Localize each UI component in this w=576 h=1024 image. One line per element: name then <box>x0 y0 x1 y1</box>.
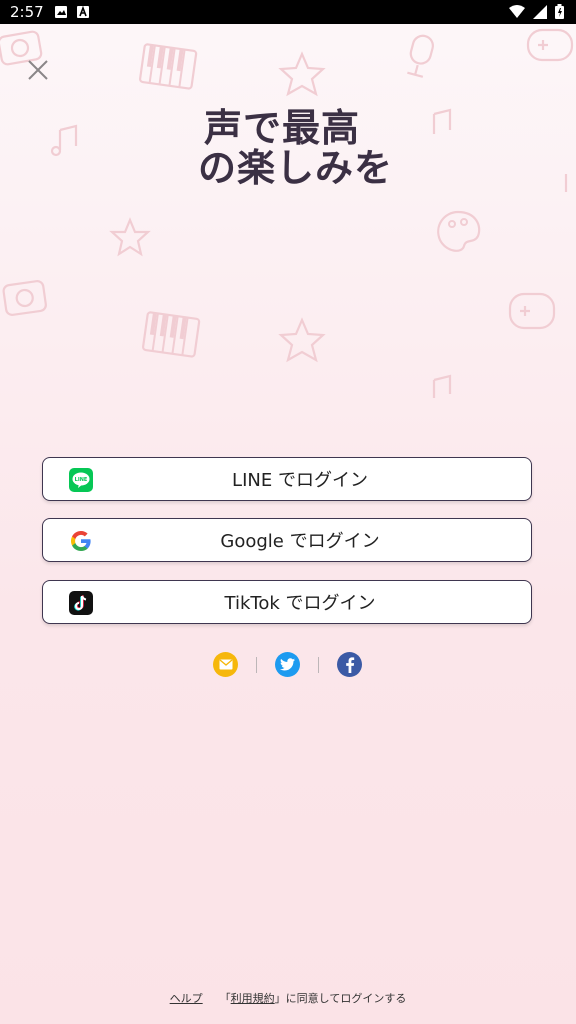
music-note-doodle <box>432 108 452 134</box>
google-logo-icon <box>71 531 91 551</box>
signal-icon <box>533 4 547 19</box>
google-login-label: Google でログイン <box>220 531 380 552</box>
music-note-doodle <box>58 124 78 150</box>
close-button[interactable] <box>26 58 50 82</box>
agree-text: に同意してログインする <box>285 992 407 1005</box>
system-icons <box>509 4 564 19</box>
alt-login-row <box>213 652 362 677</box>
image-notification-icon <box>54 6 67 18</box>
tiktok-login-label: TikTok でログイン <box>224 593 376 614</box>
microphone-doodle <box>407 34 434 78</box>
line-login-button[interactable]: LINE LINE でログイン <box>42 457 532 501</box>
mail-login-button[interactable] <box>213 652 238 677</box>
tiktok-login-button[interactable]: TikTok でログイン <box>42 580 532 624</box>
twitter-icon <box>280 658 295 671</box>
close-icon <box>28 60 48 80</box>
wifi-icon <box>509 4 525 18</box>
gamepad-doodle-2 <box>508 292 556 330</box>
piano-doodle-2 <box>141 311 201 358</box>
twitter-login-button[interactable] <box>275 652 300 677</box>
mail-icon <box>219 659 232 670</box>
star-doodle-2 <box>278 317 326 363</box>
google-login-button[interactable]: Google でログイン <box>42 518 532 562</box>
terms-link[interactable]: 利用規約 <box>231 992 275 1005</box>
separator <box>318 656 319 673</box>
star-doodle <box>109 217 151 257</box>
tiktok-logo-icon <box>69 591 93 615</box>
separator <box>256 656 257 673</box>
camera-doodle-2 <box>2 280 47 316</box>
piano-doodle <box>138 43 198 90</box>
logo-line-2: の楽しみを <box>198 146 394 190</box>
line-logo-icon: LINE <box>69 468 93 492</box>
music-note-doodle-2 <box>432 374 452 398</box>
star-doodle <box>278 51 326 97</box>
facebook-icon <box>345 656 354 673</box>
terms-bracket-close: 」 <box>274 992 286 1005</box>
help-link[interactable]: ヘルプ <box>170 992 203 1005</box>
app-logo: 声で最高 の楽しみを <box>198 106 394 190</box>
facebook-login-button[interactable] <box>337 652 362 677</box>
palette-doodle <box>437 210 481 252</box>
gamepad-doodle <box>526 28 574 62</box>
line-login-label: LINE でログイン <box>232 470 368 491</box>
app-notification-icon <box>76 5 89 18</box>
status-time: 2:57 <box>10 3 44 21</box>
terms-bracket-open: 「 <box>219 992 231 1005</box>
logo-line-1: 声で最高 <box>204 106 361 150</box>
svg-text:LINE: LINE <box>75 477 88 483</box>
battery-icon <box>555 4 564 19</box>
background-doodles <box>0 28 574 398</box>
footer: ヘルプ 「利用規約」に同意してログインする <box>0 990 576 1006</box>
notification-icons <box>54 5 90 19</box>
status-bar: 2:57 <box>0 0 576 24</box>
